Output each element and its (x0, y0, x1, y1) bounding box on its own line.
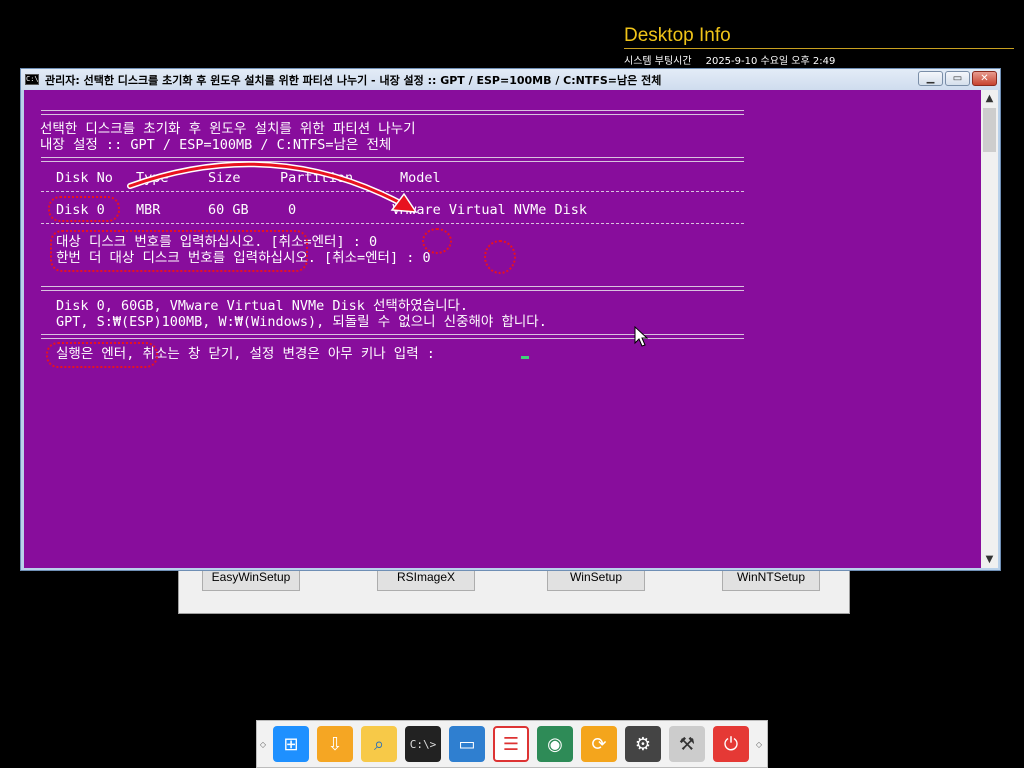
disk-tool-icon[interactable]: ◉ (537, 726, 573, 762)
annotation-input-1 (422, 228, 452, 254)
desktop-info-widget: Desktop Info 시스템 부팅시간 2025-9-10 수요일 오후 2… (624, 24, 1014, 67)
power-icon[interactable]: ⏻ (713, 726, 749, 762)
boot-time-value: 2025-9-10 수요일 오후 2:49 (705, 56, 836, 67)
annotation-exec-enter (46, 342, 158, 368)
header-line-1: 선택한 디스크를 초기화 후 윈도우 설치를 위한 파티션 나누기 (40, 121, 416, 137)
console-window: C:\ 관리자: 선택한 디스크를 초기화 후 윈도우 설치를 위한 파티션 나… (20, 68, 1001, 571)
taskbar-right-arrow-icon[interactable]: ◇ (753, 740, 765, 749)
desktop-info-row: 시스템 부팅시간 2025-9-10 수요일 오후 2:49 (624, 52, 1014, 67)
sync-icon[interactable]: ⟳ (581, 726, 617, 762)
desktop-info-divider (624, 48, 1014, 49)
settings-gear-icon[interactable]: ⚙ (625, 726, 661, 762)
maximize-button[interactable]: ▭ (945, 71, 970, 86)
usb-drive-icon[interactable]: ⇩ (317, 726, 353, 762)
separator-double (41, 110, 744, 115)
header-line-2: 내장 설정 :: GPT / ESP=100MB / C:NTFS=남은 전체 (40, 137, 392, 153)
close-button[interactable]: ✕ (972, 71, 997, 86)
annotation-input-2 (484, 240, 516, 274)
command-prompt-icon[interactable]: C:\> (405, 726, 441, 762)
window-controls: ▁ ▭ ✕ (918, 71, 997, 86)
col-disk-no: Disk No (56, 170, 113, 186)
cmd-icon: C:\ (25, 74, 39, 85)
launcher-taskbar: ◇ ⊞ ⇩ ⌕ C:\> ▭ ☰ ◉ ⟳ ⚙ ⚒ ⏻ ◇ (256, 720, 768, 768)
hammer-tools-icon[interactable]: ⚒ (669, 726, 705, 762)
console-titlebar[interactable]: C:\ 관리자: 선택한 디스크를 초기화 후 윈도우 설치를 위한 파티션 나… (21, 69, 1000, 90)
confirm-line-1: Disk 0, 60GB, VMware Virtual NVMe Disk 선… (56, 298, 469, 314)
console-title: 관리자: 선택한 디스크를 초기화 후 윈도우 설치를 위한 파티션 나누기 -… (45, 73, 662, 87)
scroll-down-icon[interactable]: ▼ (981, 551, 998, 568)
annotation-arrow (127, 161, 418, 213)
desktop-info-title: Desktop Info (624, 25, 731, 46)
minimize-button[interactable]: ▁ (918, 71, 943, 86)
annotation-prompt-text (50, 230, 308, 272)
separator-dashed (41, 223, 744, 224)
folder-search-icon[interactable]: ⌕ (361, 726, 397, 762)
separator-double (41, 286, 744, 291)
annotation-disk-0 (48, 196, 120, 222)
console-output[interactable]: 선택한 디스크를 초기화 후 윈도우 설치를 위한 파티션 나누기 내장 설정 … (24, 90, 981, 568)
mouse-pointer-icon (634, 326, 648, 347)
windows-icon[interactable]: ⊞ (273, 726, 309, 762)
console-scrollbar[interactable]: ▲ ▼ (981, 90, 998, 568)
boot-time-label: 시스템 부팅시간 (624, 56, 692, 67)
scroll-thumb[interactable] (983, 108, 996, 152)
disk-partition-icon[interactable]: ☰ (493, 726, 529, 762)
taskbar-left-arrow-icon[interactable]: ◇ (257, 740, 269, 749)
monitor-icon[interactable]: ▭ (449, 726, 485, 762)
text-cursor (521, 356, 529, 359)
confirm-line-2: GPT, S:₩(ESP)100MB, W:₩(Windows), 되돌릴 수 … (56, 314, 547, 330)
scroll-up-icon[interactable]: ▲ (981, 90, 998, 107)
